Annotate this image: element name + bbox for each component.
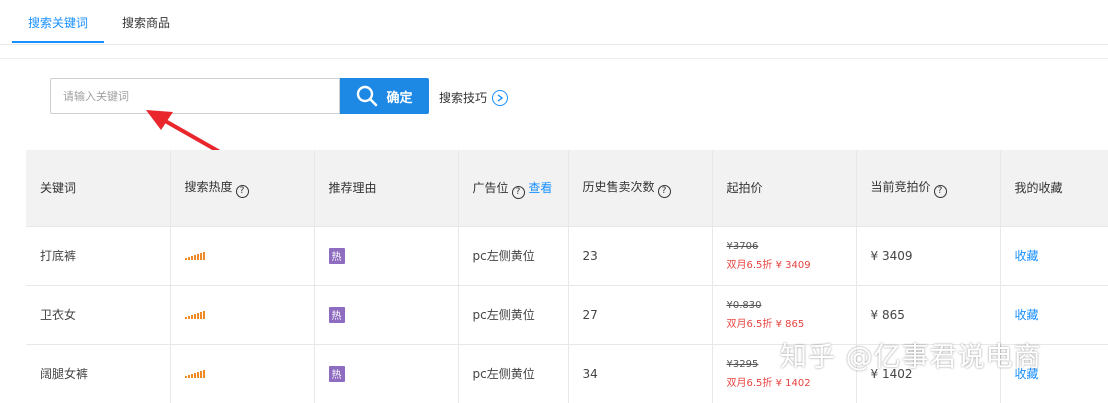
collect-link[interactable]: 收藏	[1015, 249, 1039, 263]
reason-tag: 热	[328, 306, 345, 323]
cell-history: 23	[568, 226, 713, 285]
search-tips-label: 搜索技巧	[439, 91, 488, 105]
cell-ad-slot: pc左侧黄位	[458, 226, 569, 285]
header-heat: 搜索热度?	[170, 150, 315, 226]
header-current-bid-label: 当前竞拍价	[870, 180, 931, 194]
header-keyword: 关键词	[26, 150, 171, 226]
header-current-bid: 当前竞拍价?	[856, 150, 1001, 226]
cell-heat	[170, 344, 315, 403]
header-history: 历史售卖次数?	[568, 150, 713, 226]
cell-ad-slot: pc左侧黄位	[458, 285, 569, 344]
cell-start-price: ¥3706 双月6.5折 ¥ 3409	[712, 226, 857, 285]
original-price: ¥0.830	[726, 299, 762, 311]
search-tips-link[interactable]: 搜索技巧	[439, 89, 509, 106]
help-icon[interactable]: ?	[933, 184, 947, 198]
tab-search-keyword[interactable]: 搜索关键词	[28, 14, 88, 31]
cell-collect: 收藏	[1000, 226, 1108, 285]
discount-price: 双月6.5折 ¥ 865	[726, 318, 805, 330]
cell-keyword: 打底裤	[26, 226, 171, 285]
watermark: 知乎 @亿事君说电商	[780, 342, 1042, 373]
search-button[interactable]: 确定	[340, 78, 429, 114]
tab-search-product[interactable]: 搜索商品	[122, 14, 170, 31]
reason-tag: 热	[328, 365, 345, 382]
header-ad-slot-label: 广告位	[472, 181, 509, 195]
cell-keyword: 卫衣女	[26, 285, 171, 344]
cell-keyword: 阔腿女裤	[26, 344, 171, 403]
header-collect: 我的收藏	[1000, 150, 1108, 226]
help-icon[interactable]: ?	[235, 184, 249, 198]
header-keyword-label: 关键词	[40, 181, 77, 196]
cell-reason: 热	[314, 344, 459, 403]
search-input[interactable]	[50, 78, 340, 114]
cell-history: 34	[568, 344, 713, 403]
header-start-price: 起拍价	[712, 150, 857, 226]
collect-link[interactable]: 收藏	[1015, 308, 1039, 322]
table-row: 打底裤 热 pc左侧黄位 23 ¥3706 双月6.5折 ¥ 3409 ¥ 340…	[26, 226, 1108, 285]
reason-tag: 热	[328, 247, 345, 264]
table-header-row: 关键词 搜索热度? 推荐理由 广告位? 查看 历史售卖次数? 起拍价 当前竞拍价…	[26, 150, 1108, 226]
active-tab-indicator	[12, 41, 104, 43]
discount-price: 双月6.5折 ¥ 1402	[726, 377, 811, 389]
search-icon	[356, 85, 378, 107]
cell-current-bid: ¥ 3409	[856, 226, 1001, 285]
header-history-label: 历史售卖次数	[582, 180, 655, 194]
tab-bar: 搜索关键词 搜索商品	[0, 0, 1108, 45]
header-ad-slot: 广告位? 查看	[458, 150, 569, 226]
arrow-right-circle-icon	[492, 89, 509, 106]
original-price: ¥3706	[726, 240, 759, 252]
view-ad-slot-link[interactable]: 查看	[528, 181, 552, 195]
cell-heat	[170, 285, 315, 344]
header-reason: 推荐理由	[314, 150, 459, 226]
cell-reason: 热	[314, 285, 459, 344]
header-start-price-label: 起拍价	[726, 181, 763, 196]
heat-bars-icon	[184, 310, 205, 319]
search-button-label: 确定	[386, 90, 413, 106]
cell-heat	[170, 226, 315, 285]
header-collect-label: 我的收藏	[1014, 181, 1063, 196]
help-icon[interactable]: ?	[657, 184, 671, 198]
discount-price: 双月6.5折 ¥ 3409	[726, 259, 811, 271]
divider	[0, 58, 1108, 59]
header-reason-label: 推荐理由	[328, 181, 377, 196]
cell-history: 27	[568, 285, 713, 344]
help-icon[interactable]: ?	[511, 185, 525, 199]
cell-reason: 热	[314, 226, 459, 285]
heat-bars-icon	[184, 251, 205, 260]
header-heat-label: 搜索热度	[184, 180, 233, 194]
cell-ad-slot: pc左侧黄位	[458, 344, 569, 403]
heat-bars-icon	[184, 369, 205, 378]
